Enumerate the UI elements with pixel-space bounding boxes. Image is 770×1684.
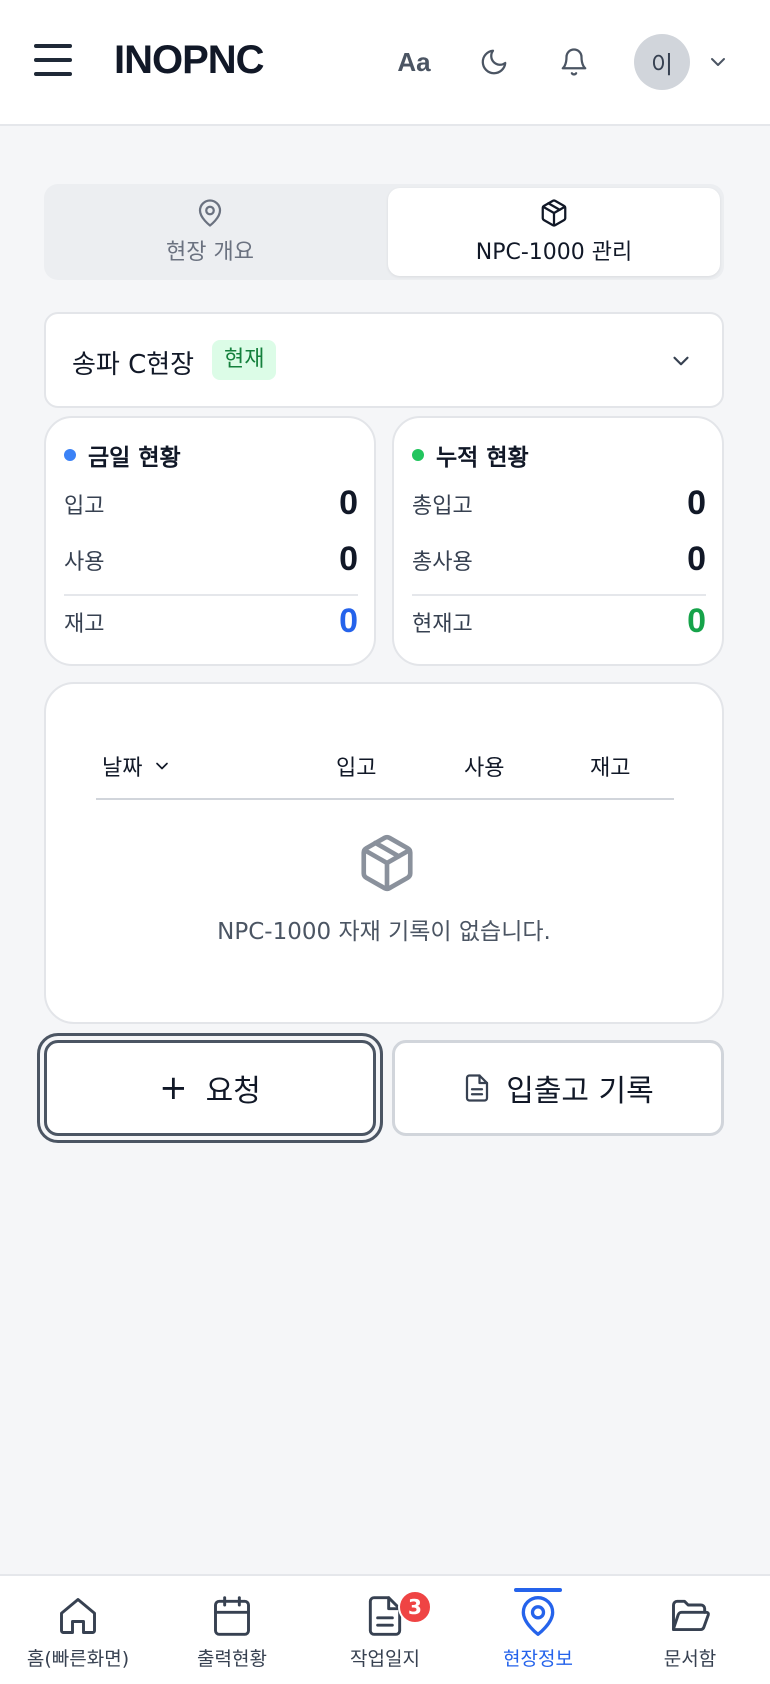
request-button-label: 요청 (205, 1074, 261, 1109)
stat-row-total-in: 총입고 0 (412, 484, 706, 523)
nav-label: 문서함 (663, 1648, 717, 1670)
package-icon (541, 199, 567, 227)
tab-label: NPC-1000 관리 (475, 240, 633, 265)
font-size-icon[interactable]: Aa (392, 40, 436, 84)
app-header: INOPNC Aa 이 (0, 0, 770, 126)
divider (96, 798, 674, 800)
stat-label: 현재고 (412, 611, 473, 637)
avatar[interactable]: 이 (634, 34, 690, 90)
stat-row-current-stock: 현재고 0 (412, 602, 706, 641)
map-pin-icon (521, 1596, 555, 1636)
today-status-card: 금일 현황 입고 0 사용 0 재고 0 (44, 416, 376, 666)
nav-label: 홈(빠른화면) (26, 1648, 130, 1670)
column-header-date: 날짜 (102, 756, 143, 781)
stat-row-in: 입고 0 (64, 484, 358, 523)
site-selector[interactable]: 송파 C현장 현재 (44, 312, 724, 408)
column-header-in: 입고 (336, 756, 377, 781)
nav-label: 현장정보 (503, 1648, 573, 1670)
card-title: 금일 현황 (64, 438, 181, 472)
chevron-down-icon (673, 356, 689, 366)
site-name: 송파 C현장 (72, 350, 195, 380)
current-badge: 현재 (212, 340, 277, 380)
sort-date-header[interactable]: 날짜 (102, 750, 172, 782)
stat-value: 0 (339, 484, 358, 522)
bell-icon[interactable] (552, 40, 596, 84)
stat-row-stock: 재고 0 (64, 602, 358, 641)
request-button[interactable]: + 요청 (37, 1033, 383, 1143)
notification-badge: 3 (398, 1590, 432, 1624)
active-indicator (514, 1588, 562, 1592)
nav-attendance[interactable]: 출력현황 (155, 1576, 309, 1684)
nav-worklog[interactable]: 3 작업일지 (308, 1576, 462, 1684)
divider (64, 594, 358, 596)
stat-row-total-use: 총사용 0 (412, 540, 706, 579)
app-title: INOPNC (114, 38, 265, 82)
record-button-label: 입출고 기록 (506, 1074, 654, 1109)
empty-state-text: NPC-1000 자재 기록이 없습니다. (217, 919, 551, 945)
stat-value: 0 (687, 540, 706, 578)
records-table: 날짜 입고 사용 재고 NPC-1000 자재 기록이 없습니다. (44, 682, 724, 1024)
nav-label: 작업일지 (350, 1648, 420, 1670)
stat-label: 입고 (64, 493, 105, 519)
moon-icon[interactable] (472, 40, 516, 84)
tab-npc-management[interactable]: NPC-1000 관리 (388, 188, 720, 276)
status-dot (64, 449, 76, 461)
chevron-down-icon (156, 762, 169, 770)
column-header-stock: 재고 (590, 756, 631, 781)
nav-site-info[interactable]: 현장정보 (461, 1576, 615, 1684)
folder-icon (672, 1599, 710, 1632)
divider (412, 594, 706, 596)
plus-icon: + (159, 1068, 188, 1108)
total-status-card: 누적 현황 총입고 0 총사용 0 현재고 0 (392, 416, 724, 666)
stat-row-use: 사용 0 (64, 540, 358, 579)
stat-label: 총사용 (412, 549, 473, 575)
card-title-text: 누적 현황 (436, 445, 529, 471)
stat-label: 사용 (64, 549, 105, 575)
nav-label: 출력현황 (197, 1648, 267, 1670)
menu-icon[interactable] (34, 44, 74, 78)
stat-label: 총입고 (412, 493, 473, 519)
column-header-use: 사용 (464, 756, 505, 781)
document-icon (466, 1074, 489, 1102)
package-icon (361, 834, 413, 892)
tab-bar: 현장 개요 NPC-1000 관리 (44, 184, 724, 280)
calendar-icon (214, 1596, 250, 1636)
home-icon (60, 1598, 96, 1634)
nav-documents[interactable]: 문서함 (613, 1576, 767, 1684)
chevron-down-icon[interactable] (706, 50, 730, 74)
inout-record-button[interactable]: 입출고 기록 (392, 1040, 724, 1136)
stat-value: 0 (339, 540, 358, 578)
stat-label: 재고 (64, 611, 105, 637)
tab-site-overview[interactable]: 현장 개요 (44, 188, 376, 276)
stat-value: 0 (687, 484, 706, 522)
nav-home[interactable]: 홈(빠른화면) (1, 1576, 155, 1684)
card-title: 누적 현황 (412, 438, 529, 472)
stat-value: 0 (687, 602, 706, 640)
bottom-navigation: 홈(빠른화면) 출력현황 3 작업일지 현장정보 문서함 (0, 1574, 770, 1684)
card-title-text: 금일 현황 (88, 445, 181, 471)
status-dot (412, 449, 424, 461)
stat-value: 0 (339, 602, 358, 640)
tab-label: 현장 개요 (166, 240, 254, 265)
map-pin-icon (198, 199, 222, 227)
